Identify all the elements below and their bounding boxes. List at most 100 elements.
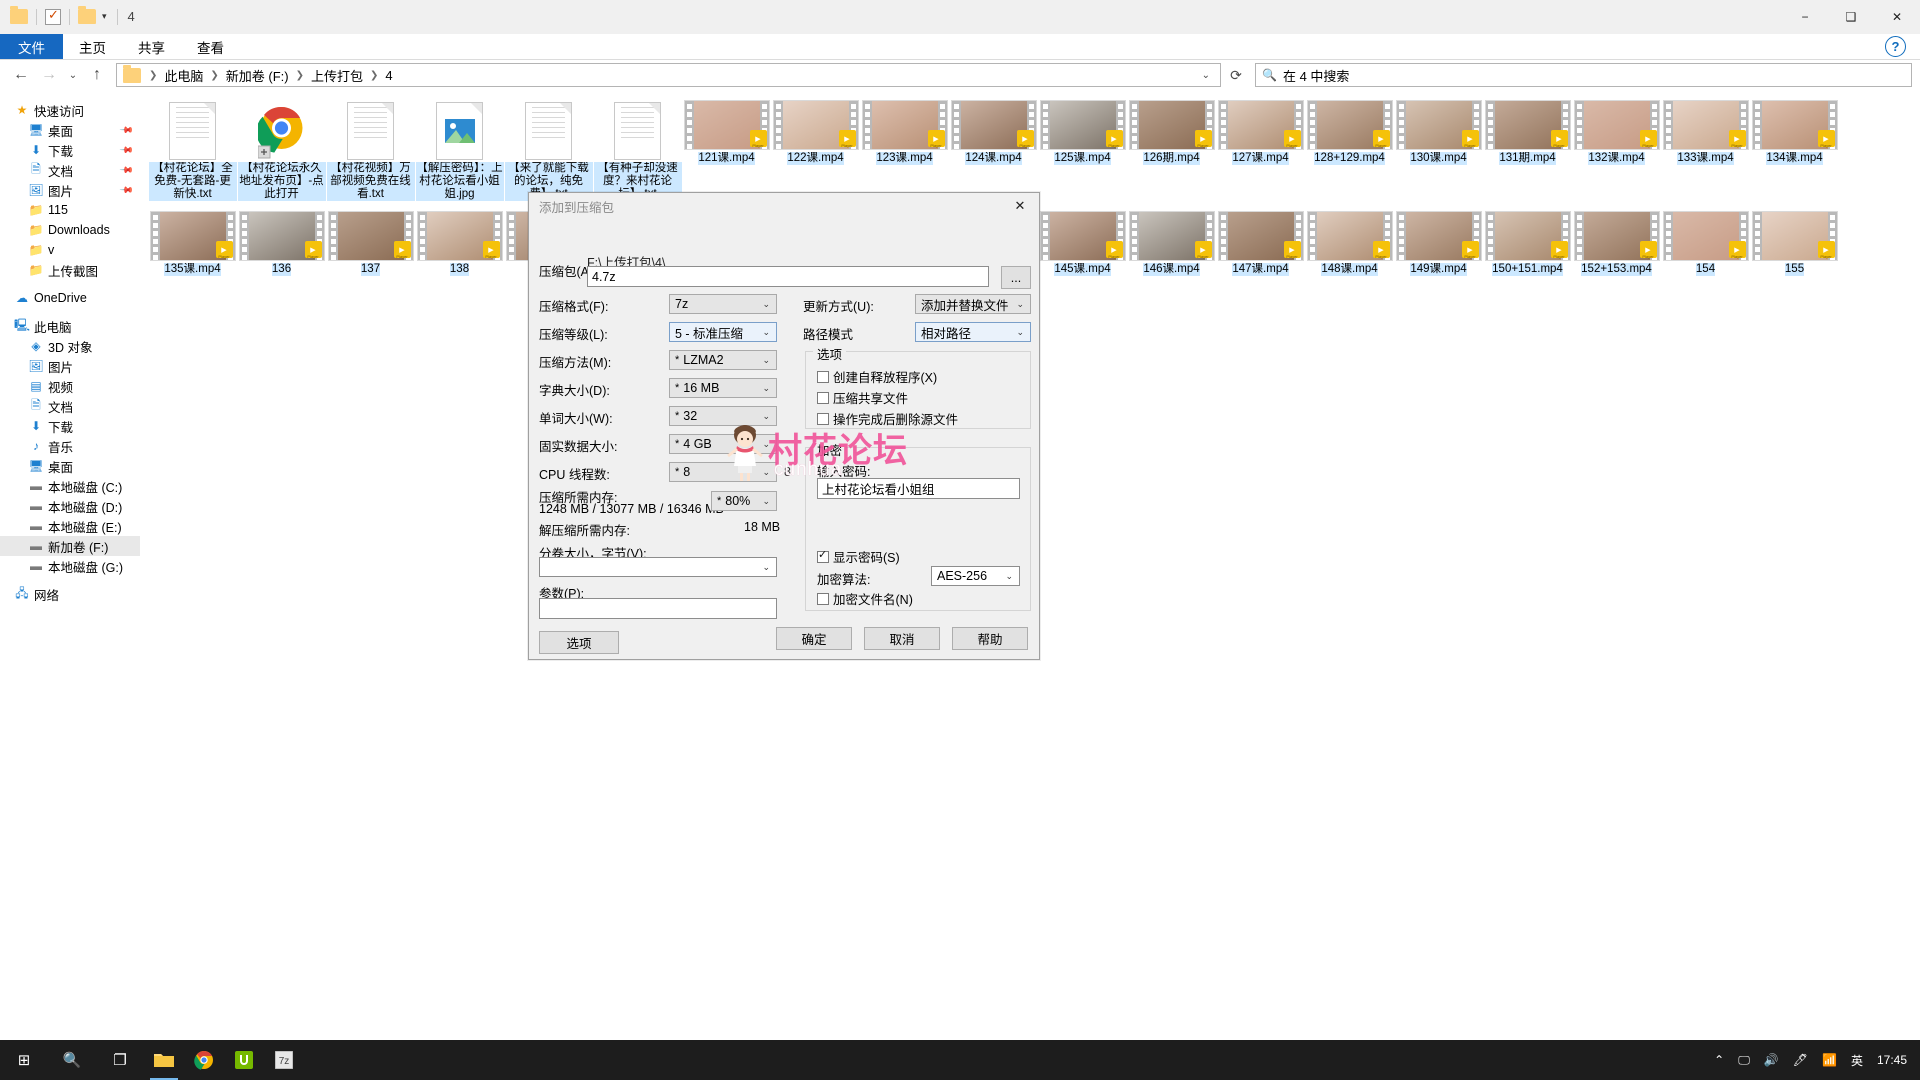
minimize-button[interactable]: − [1782, 0, 1828, 34]
file-item[interactable]: Player154 [1661, 211, 1750, 282]
checklist-icon[interactable] [45, 9, 61, 25]
file-item[interactable]: Player146课.mp4 [1127, 211, 1216, 282]
ok-button[interactable]: 确定 [776, 627, 852, 650]
refresh-button[interactable]: ⟳ [1223, 63, 1249, 87]
show-password-checkbox[interactable]: 显示密码(S) [817, 547, 900, 566]
memory-percent-select[interactable]: * 80% ⌄ [711, 491, 777, 511]
file-item[interactable]: Player135课.mp4 [148, 211, 237, 282]
dictionary-size-select[interactable]: * 16 MB ⌄ [669, 378, 777, 398]
tab-file[interactable]: 文件 [0, 34, 63, 59]
path-mode-select[interactable]: 相对路径 ⌄ [915, 322, 1031, 342]
encrypt-filenames-checkbox[interactable]: 加密文件名(N) [817, 589, 913, 608]
compress-shared-checkbox[interactable]: 压缩共享文件 [817, 388, 908, 407]
breadcrumb-item-1[interactable]: 新加卷 (F:) [223, 66, 292, 85]
task-view-icon[interactable]: ❐ [96, 1040, 144, 1080]
parameters-input[interactable] [539, 598, 777, 619]
options-button[interactable]: 选项 [539, 631, 619, 654]
start-button[interactable]: ⊞ [0, 1040, 48, 1080]
taskbar-app-utorrent[interactable] [224, 1040, 264, 1080]
create-sfx-checkbox[interactable]: 创建自释放程序(X) [817, 367, 937, 386]
sidebar-item-pictures[interactable]: 🖼 图片 📌 [0, 180, 140, 200]
password-input[interactable]: 上村花论坛看小姐组 [817, 478, 1020, 499]
tab-view[interactable]: 查看 [181, 34, 240, 59]
file-item[interactable]: Player132课.mp4 [1572, 100, 1661, 171]
folder-icon[interactable] [78, 9, 96, 24]
file-item[interactable]: Player136 [237, 211, 326, 282]
file-item[interactable]: Player147课.mp4 [1216, 211, 1305, 282]
file-item[interactable]: Player150+151.mp4 [1483, 211, 1572, 282]
sidebar-group-quick-access[interactable]: ★ 快速访问 [0, 100, 140, 120]
delete-after-checkbox[interactable]: 操作完成后删除源文件 [817, 409, 958, 428]
cpu-threads-select[interactable]: * 8 ⌄ [669, 462, 777, 482]
back-button[interactable]: ← [8, 63, 34, 87]
file-item[interactable]: Player130课.mp4 [1394, 100, 1483, 171]
up-button[interactable]: ↑ [84, 63, 110, 87]
tab-home[interactable]: 主页 [63, 34, 122, 59]
recent-locations-button[interactable]: ⌄ [64, 63, 82, 87]
dialog-close-button[interactable]: ✕ [1005, 194, 1035, 218]
file-item[interactable]: 【村花论坛永久地址发布页】-点此打开 [237, 100, 326, 210]
breadcrumb-item-0[interactable]: 此电脑 [161, 66, 206, 85]
network-icon[interactable]: 📶 [1815, 1040, 1844, 1080]
maximize-button[interactable]: ❑ [1828, 0, 1874, 34]
pin-icon[interactable]: 📌 [119, 182, 135, 198]
file-item[interactable]: Player122课.mp4 [771, 100, 860, 171]
chevron-down-icon[interactable]: ▾ [100, 11, 109, 22]
sidebar-item-documents[interactable]: 🗎 文档 📌 [0, 160, 140, 180]
file-item[interactable]: 【解压密码】：上村花论坛看小姐姐.jpg [415, 100, 504, 210]
compress-method-select[interactable]: * LZMA2 ⌄ [669, 350, 777, 370]
tab-share[interactable]: 共享 [122, 34, 181, 59]
file-item[interactable]: Player152+153.mp4 [1572, 211, 1661, 282]
breadcrumb-item-2[interactable]: 上传打包 [308, 66, 366, 85]
file-item[interactable]: Player138 [415, 211, 504, 282]
breadcrumb[interactable]: ❯ 此电脑 ❯ 新加卷 (F:) ❯ 上传打包 ❯ 4 ⌄ [116, 63, 1221, 87]
sidebar-item-pc-videos[interactable]: ▤ 视频 [0, 376, 140, 396]
file-item[interactable]: Player121课.mp4 [682, 100, 771, 171]
file-item[interactable]: Player137 [326, 211, 415, 282]
sidebar-group-onedrive[interactable]: ☁ OneDrive [0, 288, 140, 308]
sidebar-item-desktop[interactable]: 🖥 桌面 📌 [0, 120, 140, 140]
sidebar-item-pc-music[interactable]: ♪ 音乐 [0, 436, 140, 456]
file-item[interactable]: Player131期.mp4 [1483, 100, 1572, 171]
browse-button[interactable]: ... [1001, 266, 1031, 289]
sidebar-item-3d-objects[interactable]: ◈ 3D 对象 [0, 336, 140, 356]
taskbar-app-chrome[interactable] [184, 1040, 224, 1080]
sidebar-group-this-pc[interactable]: 🖳 此电脑 [0, 316, 140, 336]
compress-level-select[interactable]: 5 - 标准压缩 ⌄ [669, 322, 777, 342]
pin-icon[interactable]: 📌 [119, 142, 135, 158]
pin-icon[interactable]: 📌 [119, 122, 135, 138]
sidebar-item-drive-e[interactable]: ▬ 本地磁盘 (E:) [0, 516, 140, 536]
volume-icon[interactable]: 🔊 [1757, 1040, 1786, 1080]
sidebar-item-downloads[interactable]: ⬇ 下载 📌 [0, 140, 140, 160]
encryption-algo-select[interactable]: AES-256 ⌄ [931, 566, 1020, 586]
chevron-up-icon[interactable]: ⌃ [1707, 1040, 1731, 1080]
word-size-select[interactable]: * 32 ⌄ [669, 406, 777, 426]
sidebar-group-network[interactable]: 🖧 网络 [0, 584, 140, 604]
clock[interactable]: 17:45 [1870, 1040, 1914, 1080]
taskbar-app-explorer[interactable] [144, 1040, 184, 1080]
update-mode-select[interactable]: 添加并替换文件 ⌄ [915, 294, 1031, 314]
sidebar-item-drive-c[interactable]: ▬ 本地磁盘 (C:) [0, 476, 140, 496]
volume-size-input[interactable]: ⌄ [539, 557, 777, 577]
sidebar-item-upload-screenshots[interactable]: 📁 上传截图 [0, 260, 140, 280]
file-item[interactable]: Player127课.mp4 [1216, 100, 1305, 171]
help-icon[interactable]: ? [1885, 36, 1906, 57]
file-item[interactable]: Player149课.mp4 [1394, 211, 1483, 282]
file-item[interactable]: Player133课.mp4 [1661, 100, 1750, 171]
file-item[interactable]: Player145课.mp4 [1038, 211, 1127, 282]
forward-button[interactable]: → [36, 63, 62, 87]
file-item[interactable]: Player155 [1750, 211, 1839, 282]
chevron-down-icon[interactable]: ⌄ [1196, 70, 1216, 81]
file-item[interactable]: Player123课.mp4 [860, 100, 949, 171]
close-button[interactable]: ✕ [1874, 0, 1920, 34]
compress-format-select[interactable]: 7z ⌄ [669, 294, 777, 314]
file-item[interactable]: Player128+129.mp4 [1305, 100, 1394, 171]
sidebar-item-pc-documents[interactable]: 🗎 文档 [0, 396, 140, 416]
sidebar-item-drive-d[interactable]: ▬ 本地磁盘 (D:) [0, 496, 140, 516]
sidebar-item-v[interactable]: 📁 v [0, 240, 140, 260]
sidebar-item-drive-g[interactable]: ▬ 本地磁盘 (G:) [0, 556, 140, 576]
breadcrumb-item-3[interactable]: 4 [382, 68, 395, 83]
sidebar-item-pc-desktop[interactable]: 🖥 桌面 [0, 456, 140, 476]
sidebar-item-drive-f[interactable]: ▬ 新加卷 (F:) [0, 536, 140, 556]
file-item[interactable]: 【村花视频】万部视频免费在线看.txt [326, 100, 415, 210]
